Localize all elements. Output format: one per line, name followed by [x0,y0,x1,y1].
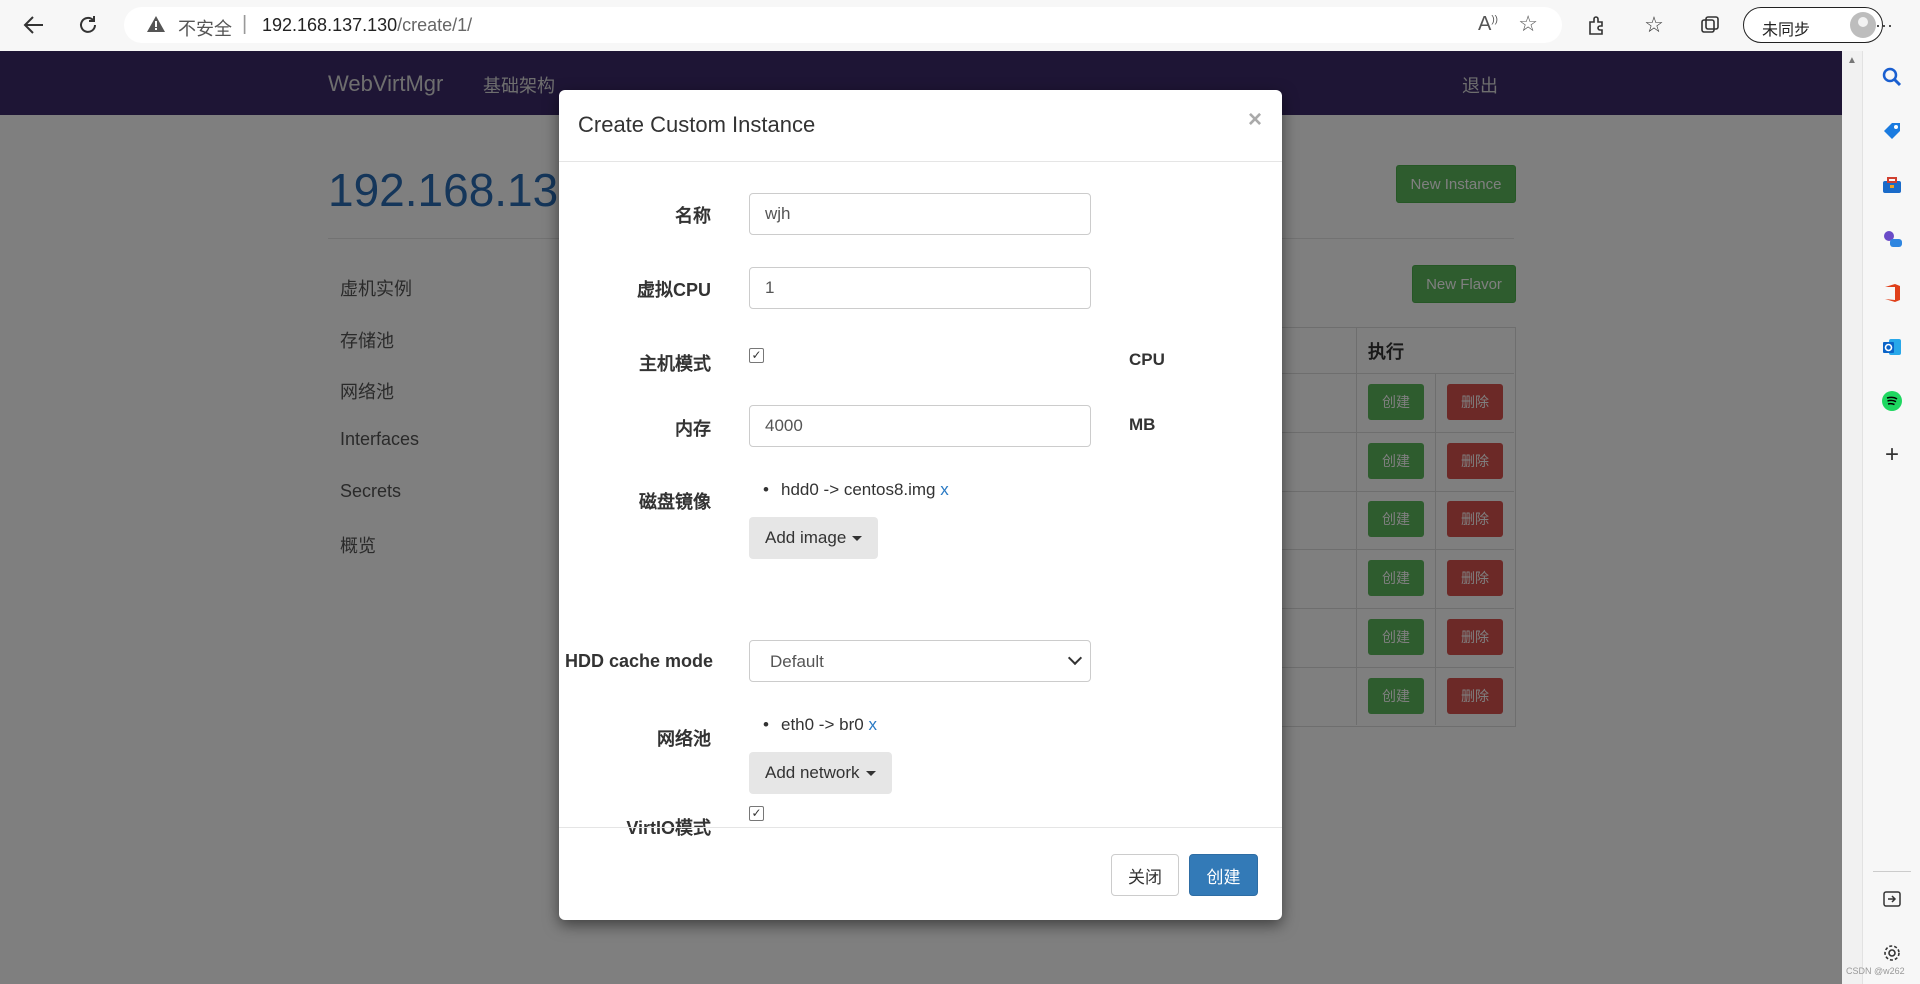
network-text: eth0 -> br0 [781,715,864,734]
memory-label: 内存 [675,419,711,439]
add-network-label: Add network [765,763,860,782]
name-input[interactable] [749,193,1091,235]
close-icon[interactable]: × [1248,106,1262,134]
host-model-checkbox[interactable]: ✓ [749,348,764,363]
create-button[interactable]: 创建 [1189,854,1258,896]
modal-footer-divider [559,827,1282,828]
caret-down-icon [852,535,863,541]
read-aloud-icon[interactable]: A)) [1478,13,1498,36]
warning-icon [146,15,166,38]
spotify-icon[interactable] [1880,389,1904,413]
create-instance-modal: Create Custom Instance × 名称 虚拟CPU 主机模式 ✓… [559,90,1282,920]
url-text[interactable]: 192.168.137.130/create/1/ [262,15,472,36]
disk-image-text: hdd0 -> centos8.img [781,480,936,499]
profile-sync-button[interactable]: 未同步 [1743,7,1883,43]
office-icon[interactable] [1880,281,1904,305]
insecure-label[interactable]: 不安全 [178,15,232,41]
modal-header-divider [559,161,1282,162]
add-image-label: Add image [765,528,847,547]
sidebar-divider [1873,871,1911,872]
scroll-up-icon[interactable]: ▲ [1847,55,1857,66]
memory-input[interactable] [749,405,1091,447]
collections-icon[interactable] [1692,7,1728,43]
remove-network-link[interactable]: x [868,715,877,734]
cache-mode-label: HDD cache mode [564,651,713,671]
disk-image-item: hdd0 -> centos8.img x [763,480,949,500]
games-icon[interactable] [1880,227,1904,251]
watermark-text: CSDN @w262 [1846,966,1905,976]
host-model-unit: CPU [1129,350,1165,369]
chevron-down-icon [1067,650,1083,666]
sync-label: 未同步 [1762,22,1811,39]
outlook-icon[interactable] [1880,335,1904,359]
vcpu-label: 虚拟CPU [636,280,711,300]
shopping-tag-icon[interactable] [1880,119,1904,143]
modal-title: Create Custom Instance [578,112,816,137]
reload-icon[interactable] [70,7,106,43]
virtio-checkbox[interactable]: ✓ [749,806,764,821]
page-scrollbar[interactable]: ▲ [1842,51,1862,984]
browser-toolbar: 不安全 | 192.168.137.130/create/1/ A)) ☆ ☆ … [0,0,1920,52]
search-icon[interactable] [1880,65,1904,89]
collapse-sidebar-icon[interactable] [1880,887,1904,911]
url-path: /create/1/ [397,15,473,35]
address-bar[interactable]: 不安全 | 192.168.137.130/create/1/ A)) ☆ [124,7,1562,43]
add-icon[interactable]: + [1880,441,1904,468]
extensions-icon[interactable] [1578,7,1614,43]
add-network-button[interactable]: Add network [749,752,892,794]
vcpu-input[interactable] [749,267,1091,309]
browser-sidebar: + [1862,51,1920,984]
settings-icon[interactable] [1880,941,1904,965]
name-label: 名称 [675,206,711,226]
url-host: 192.168.137.130 [262,15,398,35]
close-button[interactable]: 关闭 [1111,854,1179,896]
address-separator: | [242,13,248,35]
add-image-button[interactable]: Add image [749,517,879,559]
more-menu-icon[interactable]: ··· [1866,7,1902,43]
network-item: eth0 -> br0 x [763,715,877,735]
tools-icon[interactable] [1880,173,1904,197]
caret-down-icon [865,770,876,776]
network-label: 网络池 [657,729,711,749]
cache-mode-select[interactable]: Default [749,640,1091,682]
favorites-icon[interactable]: ☆ [1636,7,1672,43]
web-page: WebVirtMgr 基础架构 退出 192.168.137 虚机实例 存储池 … [0,51,1842,984]
add-favorite-icon[interactable]: ☆ [1518,11,1538,37]
disk-image-label: 磁盘镜像 [639,492,711,512]
host-model-label: 主机模式 [639,354,711,374]
back-icon[interactable] [16,7,52,43]
cache-mode-value: Default [770,652,824,671]
memory-unit: MB [1129,415,1156,434]
remove-disk-link[interactable]: x [940,480,949,499]
